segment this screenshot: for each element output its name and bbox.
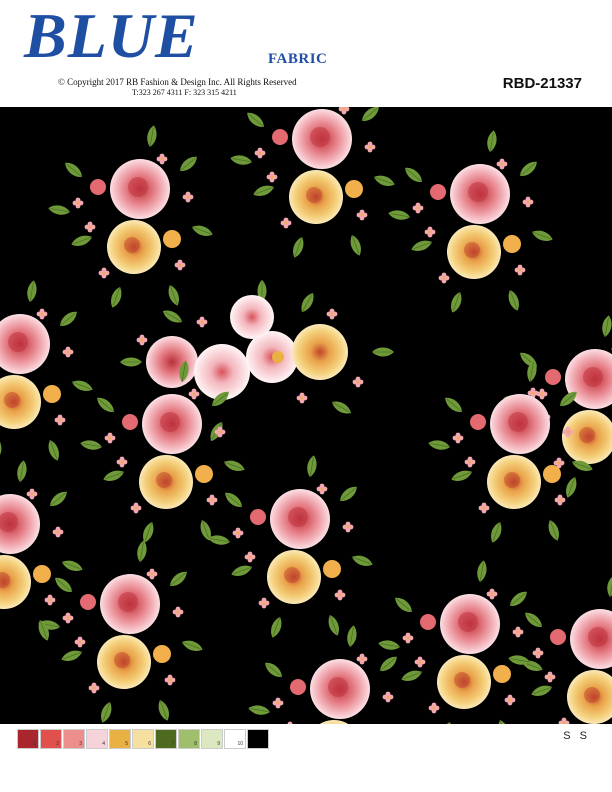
swatch-number: 7 <box>171 741 174 747</box>
swatch-number: 4 <box>102 741 105 747</box>
color-swatch-1: 1 <box>17 729 39 749</box>
color-swatches: 1 2 3 4 5 6 7 8 9 10 <box>17 729 270 749</box>
color-swatch-black <box>247 729 269 749</box>
brand-logo: BLUE <box>24 0 199 71</box>
color-swatch-7: 7 <box>155 729 177 749</box>
swatch-number: 10 <box>237 741 243 747</box>
swatch-number: 2 <box>56 741 59 747</box>
color-swatch-10: 10 <box>224 729 246 749</box>
floral-pattern <box>0 107 612 724</box>
copyright-text: © Copyright 2017 RB Fashion & Design Inc… <box>58 77 297 87</box>
color-swatch-8: 8 <box>178 729 200 749</box>
brand-subtitle: FABRIC <box>268 51 328 67</box>
swatch-number: 5 <box>125 741 128 747</box>
header: BLUE FABRIC © Copyright 2017 RB Fashion … <box>0 0 612 107</box>
swatch-number: 6 <box>148 741 151 747</box>
color-swatch-4: 4 <box>86 729 108 749</box>
footer: 1 2 3 4 5 6 7 8 9 10 S S <box>0 724 612 792</box>
size-label: S S <box>563 730 590 742</box>
swatch-number: 3 <box>79 741 82 747</box>
color-swatch-6: 6 <box>132 729 154 749</box>
color-swatch-9: 9 <box>201 729 223 749</box>
design-code: RBD-21337 <box>502 75 582 92</box>
color-swatch-3: 3 <box>63 729 85 749</box>
color-swatch-5: 5 <box>109 729 131 749</box>
swatch-number: 1 <box>33 741 36 747</box>
phone-text: T:323 267 4311 F: 323 315 4211 <box>132 88 237 97</box>
color-swatch-2: 2 <box>40 729 62 749</box>
swatch-number: 8 <box>194 741 197 747</box>
swatch-number: 9 <box>217 741 220 747</box>
